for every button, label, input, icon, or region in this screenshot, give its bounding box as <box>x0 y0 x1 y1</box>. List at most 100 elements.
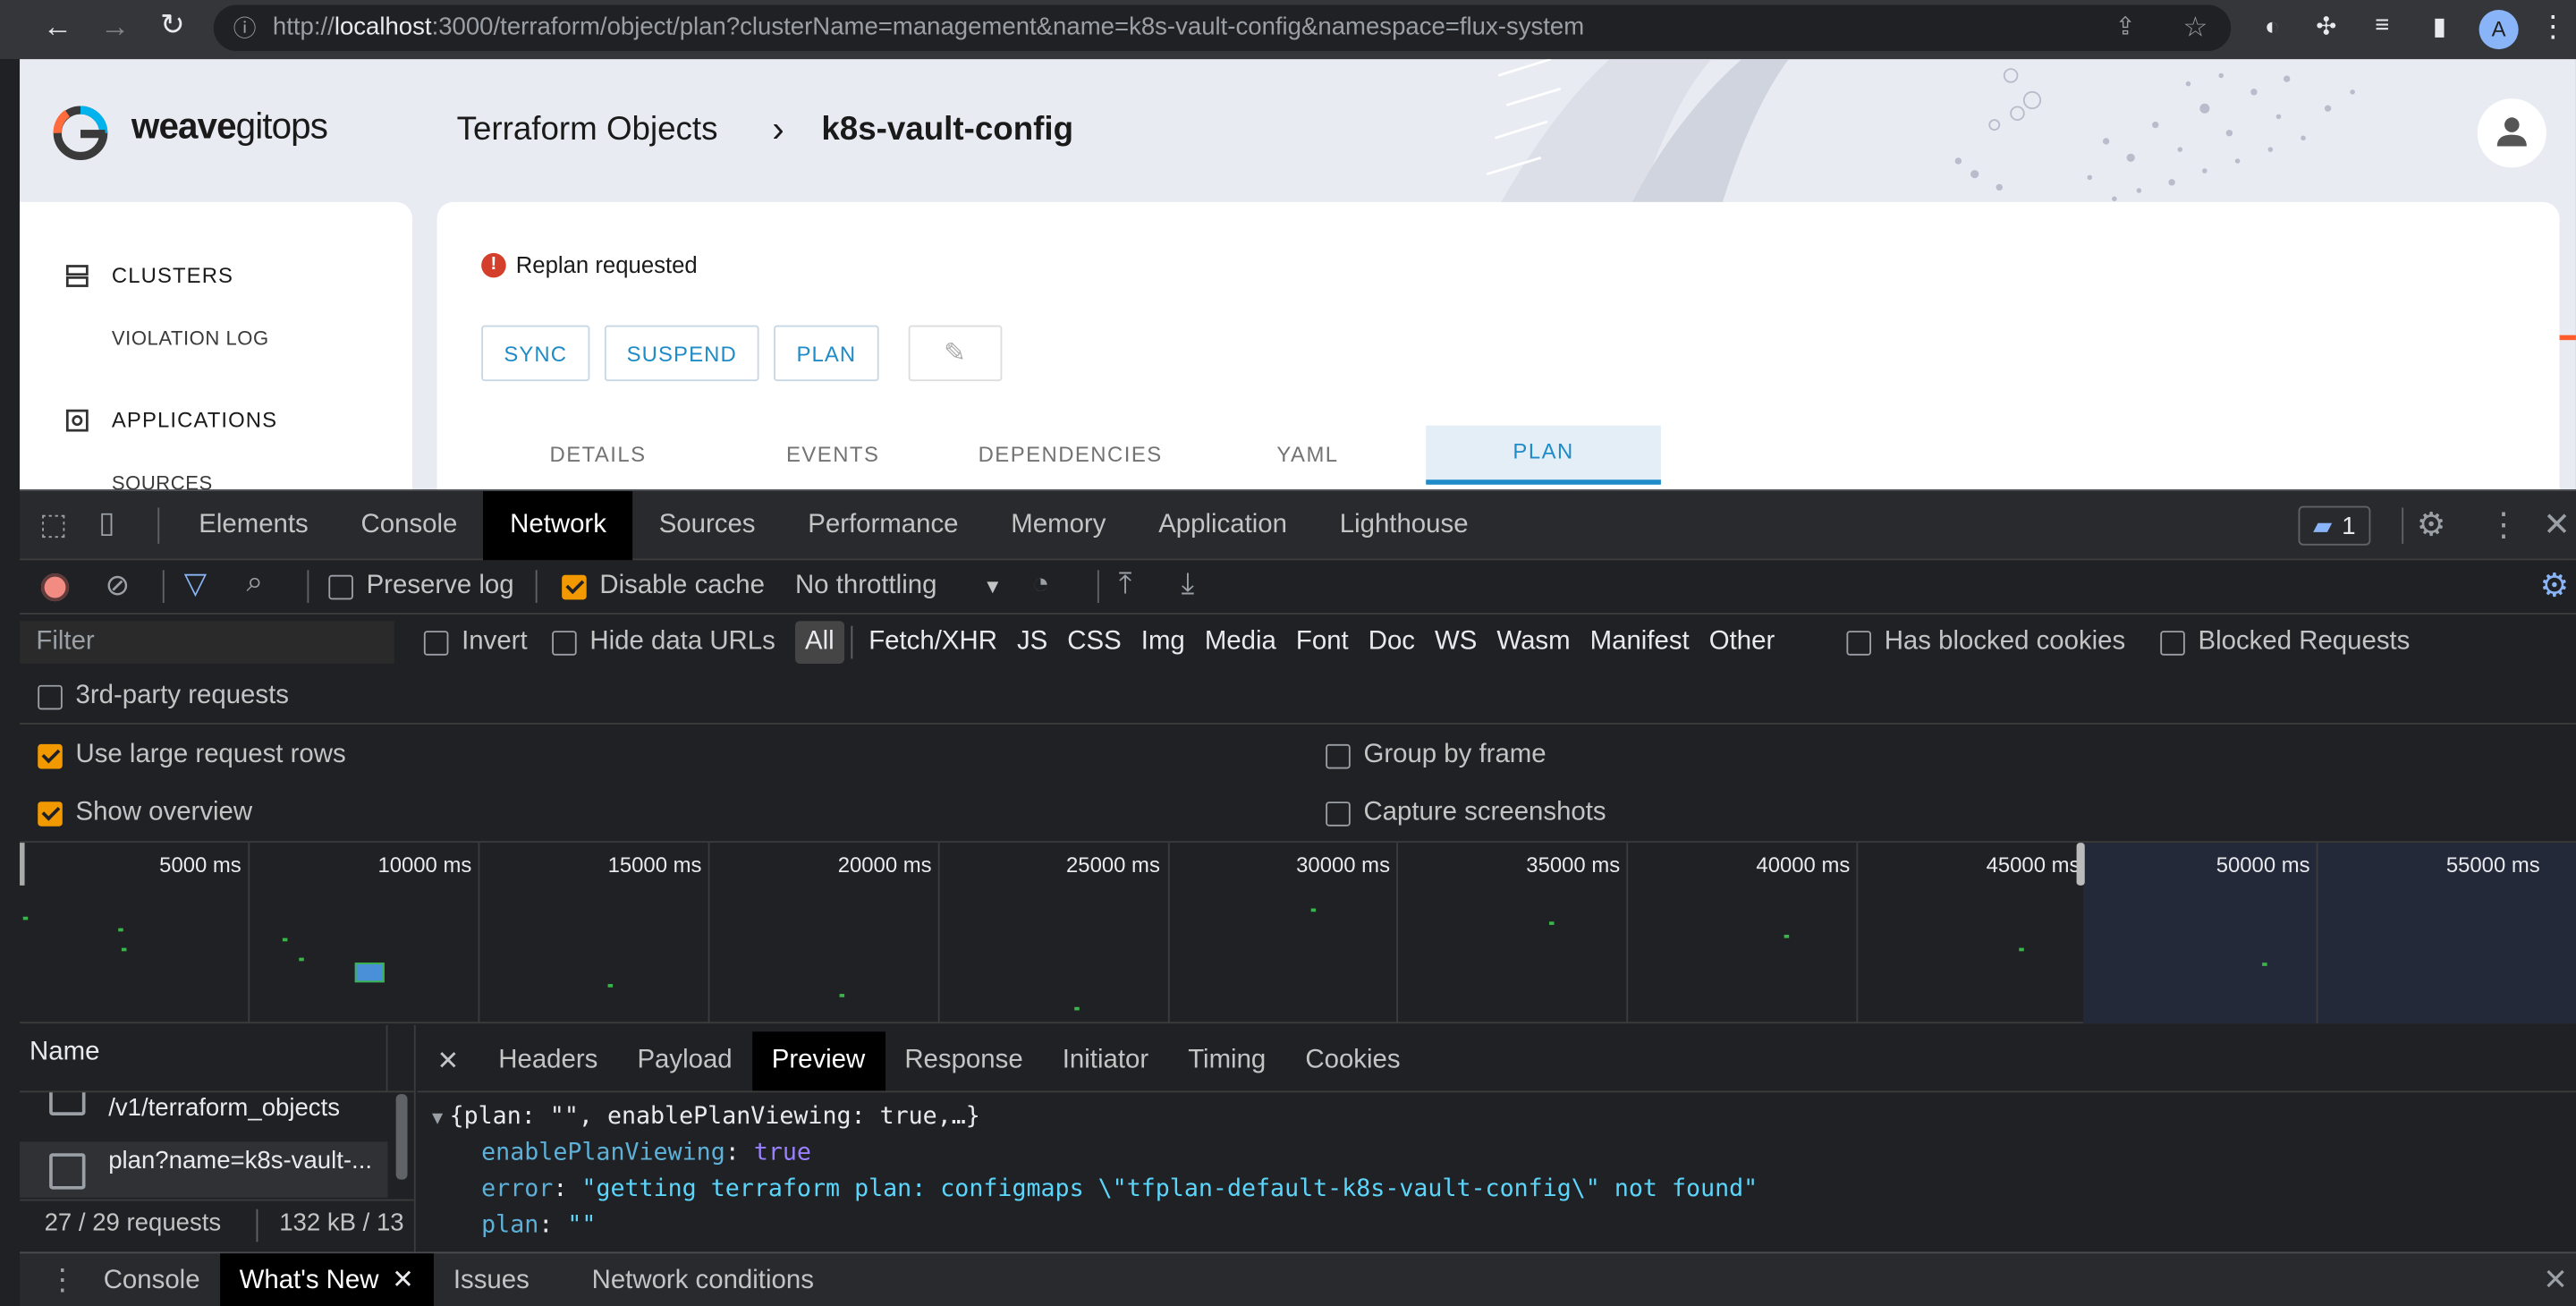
settings-gear-icon[interactable]: ⚙ <box>2417 505 2446 546</box>
invert-checkbox[interactable]: Invert <box>423 628 528 657</box>
request-row-selected[interactable]: plan?name=k8s-vault-... <box>20 1141 388 1198</box>
sidebar-item-clusters[interactable]: CLUSTERS <box>65 263 233 287</box>
checkbox[interactable] <box>552 630 577 655</box>
checkbox[interactable] <box>1846 630 1872 655</box>
tab-plan[interactable]: PLAN <box>1426 425 1661 485</box>
filter-type-img[interactable]: Img <box>1131 621 1195 664</box>
reload-icon[interactable]: ↻ <box>156 8 189 43</box>
filter-type-fetch-xhr[interactable]: Fetch/XHR <box>859 621 1007 664</box>
drawer-tab-console[interactable]: Console <box>84 1253 220 1306</box>
back-icon[interactable]: ← <box>41 10 74 45</box>
filter-type-wasm[interactable]: Wasm <box>1487 621 1580 664</box>
tab-initiator[interactable]: Initiator <box>1043 1031 1168 1090</box>
forward-icon[interactable]: → <box>98 10 131 45</box>
breadcrumb-parent-link[interactable]: Terraform Objects <box>457 112 718 149</box>
close-devtools-icon[interactable]: ✕ <box>2543 505 2571 546</box>
filter-type-doc[interactable]: Doc <box>1359 621 1425 664</box>
tab-events[interactable]: EVENTS <box>744 442 921 467</box>
hide-data-urls-checkbox[interactable]: Hide data URLs <box>552 628 775 657</box>
tab-console[interactable]: Console <box>335 491 484 560</box>
puzzle-extensions-icon[interactable]: ✣ <box>2309 12 2344 41</box>
filter-icon[interactable]: ▽ <box>184 567 207 602</box>
drawer-tab-issues[interactable]: Issues <box>434 1253 549 1306</box>
filter-input[interactable]: Filter <box>20 621 394 664</box>
export-har-icon[interactable]: ⤓ <box>1182 567 1195 602</box>
timeline-start-handle[interactable] <box>20 843 25 886</box>
tab-yaml[interactable]: YAML <box>1219 442 1396 467</box>
close-detail-icon[interactable]: ✕ <box>418 1045 479 1078</box>
record-icon[interactable] <box>40 572 70 602</box>
drawer-tab-network-conditions[interactable]: Network conditions <box>572 1253 834 1306</box>
tab-payload[interactable]: Payload <box>617 1031 751 1090</box>
close-drawer-icon[interactable]: ✕ <box>2543 1263 2568 1298</box>
suspend-button[interactable]: SUSPEND <box>604 325 759 382</box>
group-by-frame-checkbox[interactable]: Group by frame <box>1326 741 1546 770</box>
tab-cookies[interactable]: Cookies <box>1285 1031 1419 1090</box>
checkbox[interactable] <box>1326 743 1351 768</box>
tab-preview[interactable]: Preview <box>751 1031 886 1091</box>
tab-response[interactable]: Response <box>885 1031 1042 1090</box>
profile-avatar[interactable]: A <box>2479 10 2519 50</box>
inspect-element-icon[interactable]: ⬚ <box>39 507 67 542</box>
clear-icon[interactable]: ⊘ <box>106 568 131 603</box>
close-tab-icon[interactable]: ✕ <box>392 1267 414 1294</box>
filter-type-css[interactable]: CSS <box>1057 621 1131 664</box>
sidebar-icon[interactable]: ▮ <box>2421 12 2457 41</box>
chrome-menu-icon[interactable]: ⋮ <box>2535 10 2571 45</box>
import-har-icon[interactable]: ⤒ <box>1119 567 1132 602</box>
tab-timing[interactable]: Timing <box>1168 1031 1285 1090</box>
edit-button[interactable]: ✎ <box>908 325 1003 382</box>
json-preview-root[interactable]: ▼ {plan: "", enablePlanViewing: true,…} <box>432 1104 980 1130</box>
filter-type-manifest[interactable]: Manifest <box>1580 621 1699 664</box>
address-bar[interactable]: ⓘ http://localhost:3000/terraform/object… <box>213 4 2232 51</box>
network-conditions-icon[interactable]: ◔ <box>1031 567 1049 602</box>
search-icon[interactable]: ⌕ <box>247 565 264 600</box>
tab-performance[interactable]: Performance <box>782 491 985 560</box>
sidebar-item-violation-log[interactable]: VIOLATION LOG <box>112 326 269 350</box>
extension-icon[interactable]: ◐ <box>2254 13 2290 41</box>
tab-details[interactable]: DETAILS <box>509 442 686 467</box>
tab-application[interactable]: Application <box>1132 491 1314 560</box>
tab-headers[interactable]: Headers <box>479 1031 617 1090</box>
checkbox[interactable] <box>2160 630 2185 655</box>
checkbox[interactable] <box>38 743 63 768</box>
plan-button[interactable]: PLAN <box>774 325 879 382</box>
preserve-log-checkbox[interactable]: Preserve log <box>328 572 514 601</box>
reading-list-icon[interactable]: ≡ <box>2364 12 2400 39</box>
weave-gitops-logo-text[interactable]: weavegitops <box>131 106 328 148</box>
checkbox[interactable] <box>328 573 353 599</box>
capture-screenshots-checkbox[interactable]: Capture screenshots <box>1326 799 1606 828</box>
third-party-requests-checkbox[interactable]: 3rd-party requests <box>38 682 289 711</box>
more-options-icon[interactable]: ⋮ <box>2487 505 2521 546</box>
filter-type-other[interactable]: Other <box>1699 621 1785 664</box>
filter-type-ws[interactable]: WS <box>1425 621 1487 664</box>
checkbox[interactable] <box>423 630 449 655</box>
device-toolbar-icon[interactable]: ▯ <box>98 506 114 541</box>
checkbox[interactable] <box>38 801 63 826</box>
checkbox[interactable] <box>1326 801 1351 826</box>
request-row[interactable]: /v1/terraform_objects <box>20 1092 387 1141</box>
has-blocked-cookies-checkbox[interactable]: Has blocked cookies <box>1846 628 2125 657</box>
tab-network[interactable]: Network <box>483 491 633 561</box>
tab-memory[interactable]: Memory <box>985 491 1132 560</box>
user-avatar-button[interactable] <box>2477 98 2546 168</box>
sidebar-item-applications[interactable]: APPLICATIONS <box>65 407 277 432</box>
tab-dependencies[interactable]: DEPENDENCIES <box>968 442 1174 467</box>
tab-sources[interactable]: Sources <box>632 491 782 560</box>
issues-counter-button[interactable]: ▰ 1 <box>2298 505 2371 546</box>
checkbox[interactable] <box>562 573 587 599</box>
bookmark-star-icon[interactable]: ☆ <box>2183 5 2208 51</box>
share-icon[interactable]: ⇪ <box>2115 5 2136 51</box>
sidebar-item-sources[interactable]: SOURCES <box>112 471 213 489</box>
network-overview-timeline[interactable]: 5000 ms 10000 ms 15000 ms 20000 ms 25000… <box>20 843 2576 1024</box>
disable-cache-checkbox[interactable]: Disable cache <box>562 572 765 601</box>
tab-elements[interactable]: Elements <box>173 491 335 560</box>
large-request-rows-checkbox[interactable]: Use large request rows <box>38 741 346 770</box>
drawer-menu-icon[interactable]: ⋮ <box>47 1263 77 1298</box>
filter-type-js[interactable]: JS <box>1007 621 1057 664</box>
show-overview-checkbox[interactable]: Show overview <box>38 799 252 828</box>
tab-lighthouse[interactable]: Lighthouse <box>1313 491 1495 560</box>
scrollbar-thumb[interactable] <box>395 1094 408 1180</box>
filter-type-font[interactable]: Font <box>1286 621 1359 664</box>
info-icon[interactable]: ⓘ <box>233 5 257 51</box>
